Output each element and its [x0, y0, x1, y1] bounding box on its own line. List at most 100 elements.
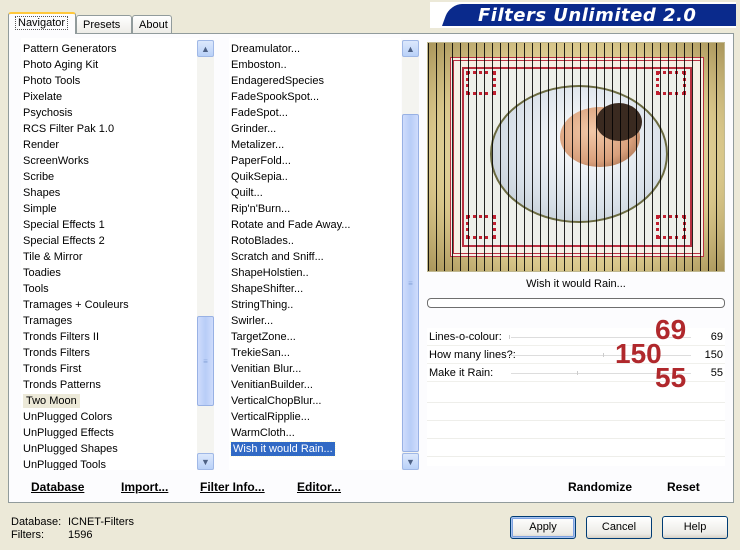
reset-button[interactable]: Reset: [667, 480, 700, 494]
filter-item[interactable]: Scratch and Sniff...: [229, 249, 401, 265]
category-item[interactable]: Photo Tools: [21, 73, 199, 89]
tab-about-label: About: [139, 19, 168, 31]
category-item[interactable]: Tools: [21, 281, 199, 297]
category-item[interactable]: Tronds Filters II: [21, 329, 199, 345]
category-item-label: Toadies: [23, 267, 61, 279]
category-item[interactable]: Scribe: [21, 169, 199, 185]
cancel-button[interactable]: Cancel: [586, 516, 652, 539]
filter-item[interactable]: Swirler...: [229, 313, 401, 329]
filter-item[interactable]: Wish it would Rain...: [229, 441, 401, 457]
filter-item[interactable]: Emboston..: [229, 57, 401, 73]
category-item[interactable]: Special Effects 1: [21, 217, 199, 233]
filter-item[interactable]: FadeSpot...: [229, 105, 401, 121]
filter-item[interactable]: QuikSepia..: [229, 169, 401, 185]
category-item-label: Scribe: [23, 171, 55, 183]
category-item[interactable]: Tronds First: [21, 361, 199, 377]
filter-item[interactable]: PaperFold...: [229, 153, 401, 169]
filter-item[interactable]: VerticalChopBlur...: [229, 393, 401, 409]
filter-item[interactable]: Rotate and Fade Away...: [229, 217, 401, 233]
filter-scrollbar[interactable]: ▲ ≡ ▼: [402, 40, 419, 470]
tab-about[interactable]: About: [132, 15, 172, 34]
category-item-label: UnPlugged Colors: [23, 411, 113, 423]
category-item[interactable]: UnPlugged Tools: [21, 457, 199, 470]
category-item[interactable]: Tramages + Couleurs: [21, 297, 199, 313]
category-item[interactable]: UnPlugged Effects: [21, 425, 199, 441]
category-item[interactable]: Photo Aging Kit: [21, 57, 199, 73]
import-button[interactable]: Import...: [121, 480, 168, 494]
category-item[interactable]: Simple: [21, 201, 199, 217]
database-button[interactable]: Database: [31, 480, 84, 494]
category-item[interactable]: Tramages: [21, 313, 199, 329]
reset-button-label: Reset: [667, 480, 700, 494]
filter-item[interactable]: StringThing..: [229, 297, 401, 313]
category-item[interactable]: RCS Filter Pak 1.0: [21, 121, 199, 137]
category-item-label: Tile & Mirror: [23, 251, 83, 263]
filter-item[interactable]: VerticalRipplie...: [229, 409, 401, 425]
category-item[interactable]: Special Effects 2: [21, 233, 199, 249]
filter-item[interactable]: Dreamulator...: [229, 41, 401, 57]
filter-list[interactable]: Dreamulator... Emboston.. EndageredSpecies…: [229, 38, 401, 470]
filter-item[interactable]: Venitian Blur...: [229, 361, 401, 377]
filter-item[interactable]: WarmCloth...: [229, 425, 401, 441]
filter-item-label: EndageredSpecies: [231, 75, 324, 87]
filter-info-button-label: Filter Info...: [200, 480, 265, 494]
category-item-label: Tramages + Couleurs: [23, 299, 129, 311]
category-item[interactable]: Pattern Generators: [21, 41, 199, 57]
filter-item-label: Grinder...: [231, 123, 277, 135]
param-slider-thumb[interactable]: [577, 371, 578, 375]
filter-item[interactable]: TargetZone...: [229, 329, 401, 345]
category-item[interactable]: Pixelate: [21, 89, 199, 105]
filter-scroll-up-icon[interactable]: ▲: [402, 40, 419, 57]
param-slider-thumb[interactable]: [603, 353, 604, 357]
category-item[interactable]: Render: [21, 137, 199, 153]
filter-item-label: Scratch and Sniff...: [231, 251, 324, 263]
category-item[interactable]: Two Moon: [21, 393, 199, 409]
apply-button[interactable]: Apply: [510, 516, 576, 539]
category-scrollbar[interactable]: ▲ ≡ ▼: [197, 40, 214, 470]
category-scroll-up-icon[interactable]: ▲: [197, 40, 214, 57]
filter-item[interactable]: RotoBlades..: [229, 233, 401, 249]
category-item[interactable]: ScreenWorks: [21, 153, 199, 169]
cancel-button-label: Cancel: [601, 521, 637, 533]
filter-scroll-down-icon[interactable]: ▼: [402, 453, 419, 470]
category-item[interactable]: UnPlugged Shapes: [21, 441, 199, 457]
category-item-label: UnPlugged Shapes: [23, 443, 118, 455]
help-button[interactable]: Help: [662, 516, 728, 539]
category-item-label: Photo Aging Kit: [23, 59, 99, 71]
filter-item[interactable]: Rip'n'Burn...: [229, 201, 401, 217]
category-item[interactable]: Toadies: [21, 265, 199, 281]
category-item[interactable]: Psychosis: [21, 105, 199, 121]
tab-navigator[interactable]: Navigator: [8, 12, 76, 34]
filter-info-button[interactable]: Filter Info...: [200, 480, 265, 494]
filter-item-label: Swirler...: [231, 315, 274, 327]
preview-image: [427, 42, 725, 272]
category-item-label: Simple: [23, 203, 57, 215]
filter-item[interactable]: ShapeHolstien..: [229, 265, 401, 281]
randomize-button[interactable]: Randomize: [568, 480, 632, 494]
param-slider-thumb[interactable]: [509, 335, 510, 339]
category-item[interactable]: Tile & Mirror: [21, 249, 199, 265]
filter-item[interactable]: VenitianBuilder...: [229, 377, 401, 393]
category-item[interactable]: Tronds Patterns: [21, 377, 199, 393]
filter-item[interactable]: ShapeShifter...: [229, 281, 401, 297]
category-scroll-thumb[interactable]: ≡: [197, 316, 214, 406]
tab-presets[interactable]: Presets: [76, 15, 132, 34]
category-item[interactable]: Tronds Filters: [21, 345, 199, 361]
param-slider-track[interactable]: [511, 355, 691, 356]
category-item[interactable]: Shapes: [21, 185, 199, 201]
filter-item[interactable]: FadeSpookSpot...: [229, 89, 401, 105]
category-scroll-down-icon[interactable]: ▼: [197, 453, 214, 470]
filter-item[interactable]: Grinder...: [229, 121, 401, 137]
param-label: Make it Rain:: [429, 367, 494, 379]
filter-item-label: Rip'n'Burn...: [231, 203, 291, 215]
param-label: Lines-o-colour:: [429, 331, 502, 343]
editor-button[interactable]: Editor...: [297, 480, 341, 494]
filter-item[interactable]: Metalizer...: [229, 137, 401, 153]
filter-item[interactable]: EndageredSpecies: [229, 73, 401, 89]
filter-scroll-thumb[interactable]: ≡: [402, 114, 419, 452]
filter-item[interactable]: TrekieSan...: [229, 345, 401, 361]
category-list[interactable]: Pattern Generators Photo Aging Kit Photo T…: [21, 38, 199, 470]
category-item[interactable]: UnPlugged Colors: [21, 409, 199, 425]
filter-item[interactable]: Quilt...: [229, 185, 401, 201]
import-button-label: Import...: [121, 480, 169, 494]
